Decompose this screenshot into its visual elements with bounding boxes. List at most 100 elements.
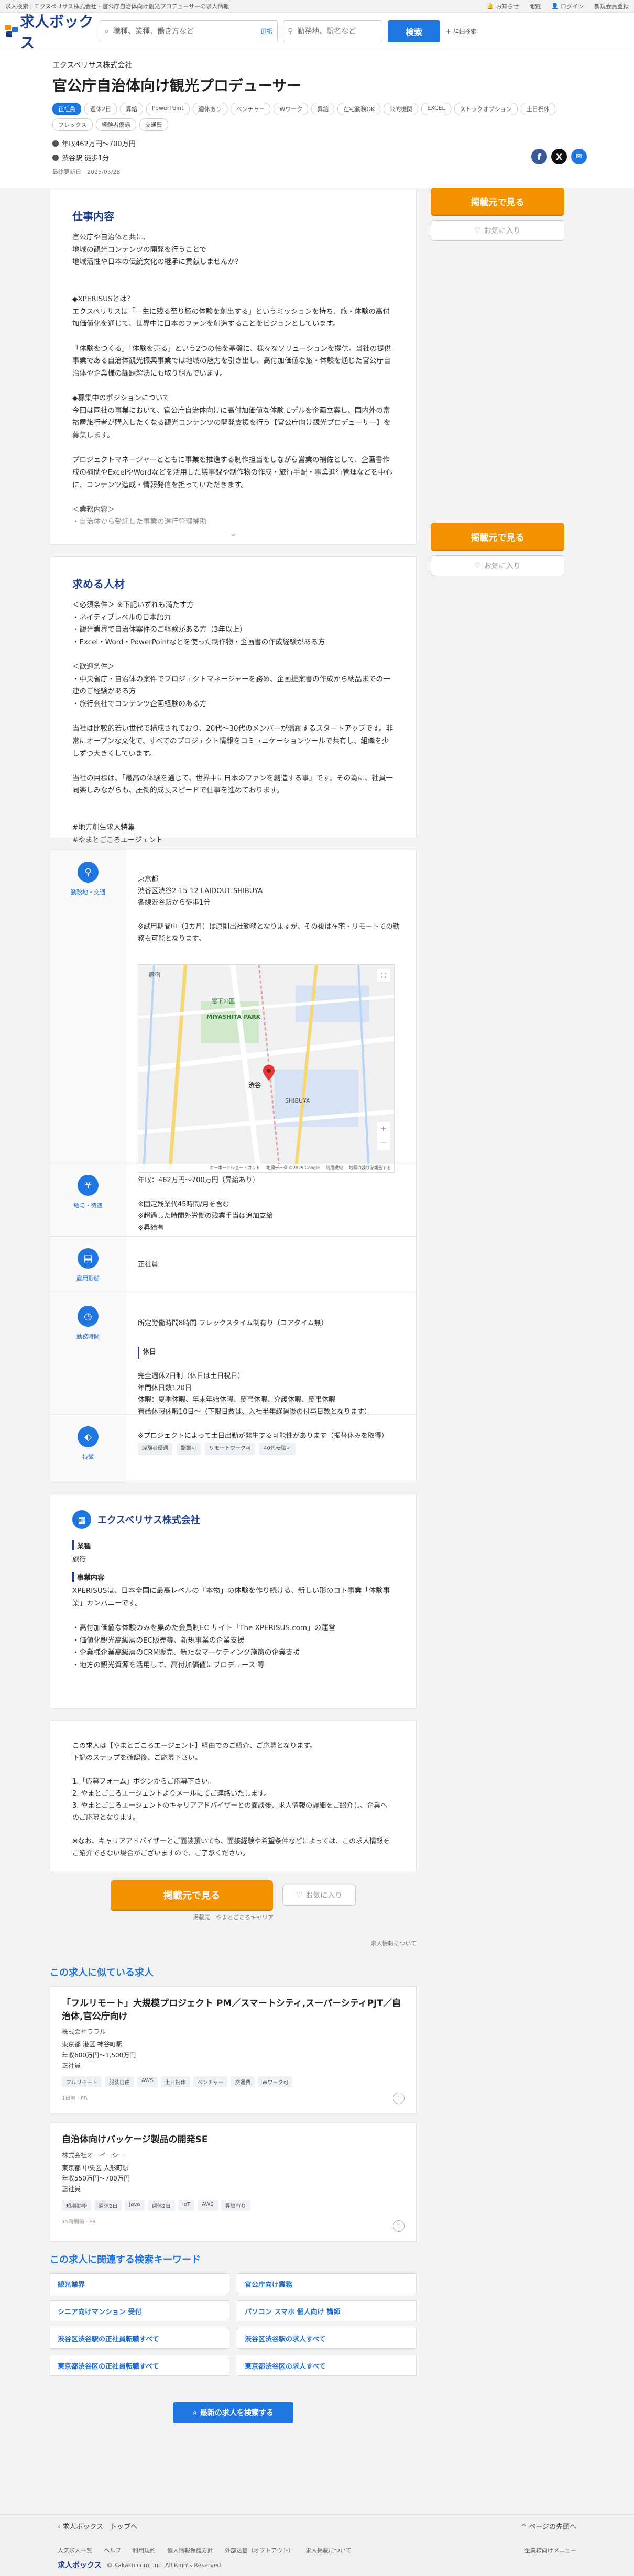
- similar-company: 株式会社ララル: [62, 2028, 106, 2036]
- footer-link[interactable]: 個人情報保護方針: [167, 2546, 213, 2555]
- footer-link[interactable]: 外部送信（オプトアウト）: [225, 2546, 294, 2555]
- zoom-control[interactable]: + −: [377, 1122, 390, 1150]
- keyword-link[interactable]: 官公庁向け業務: [237, 2273, 417, 2294]
- site-header: 求人ボックス ⌕ 選択 ⚲ 選択 検索 ＋詳細検索: [0, 10, 634, 52]
- footer-link[interactable]: 求人掲載について: [305, 2546, 352, 2555]
- tag-chip: 土日祝休: [160, 2076, 190, 2088]
- share-buttons: f X ✉: [531, 149, 587, 164]
- tag-chip: 昇給: [311, 103, 335, 115]
- page-title: 官公庁自治体向け観光プロデューサー: [52, 77, 302, 94]
- keyword-link[interactable]: 渋谷区渋谷駅の求人すべて: [237, 2328, 417, 2349]
- tag-icon: ⬖: [78, 1426, 99, 1447]
- apply-button[interactable]: 掲載元で見る: [431, 188, 564, 215]
- yen-icon: [52, 140, 59, 147]
- search-button[interactable]: 検索: [388, 20, 440, 42]
- facebook-icon[interactable]: f: [531, 149, 547, 164]
- keyword-link[interactable]: パソコン スマホ 個人向け 講師: [237, 2300, 417, 2321]
- keyword-link[interactable]: 観光業界: [50, 2273, 229, 2294]
- keywords-title: この求人に関連する検索キーワード: [50, 2254, 201, 2265]
- map-footer: キーボードショートカット 地図データ ©2025 Google 利用規約 地図の…: [138, 1164, 394, 1172]
- source-text: 掲載元 やまとごころキャリア: [193, 1914, 274, 1921]
- register-link[interactable]: 新規会員登録: [594, 2, 629, 10]
- company-name[interactable]: エクスペリサス株式会社: [52, 60, 582, 70]
- keyword-input[interactable]: [113, 27, 256, 36]
- location-pin-icon: [52, 154, 59, 161]
- feature-chip: リモートワーク可: [205, 1443, 255, 1455]
- heart-icon: ♡: [474, 226, 481, 235]
- keyword-search[interactable]: ⌕ 選択: [100, 20, 278, 42]
- favorite-button[interactable]: ♡ お気に入り: [282, 1885, 356, 1906]
- login-link[interactable]: 👤 ログイン: [551, 2, 584, 10]
- keyword-link[interactable]: 東京都渋谷区の求人すべて: [237, 2355, 417, 2376]
- person-icon: 👤: [551, 3, 559, 9]
- tag-chip: Wワーク: [274, 103, 309, 115]
- tag-chip: 公的機関: [384, 103, 419, 115]
- side-apply-mid: 掲載元で見る ♡ お気に入り: [431, 523, 564, 576]
- expand-chevron-icon[interactable]: ⌄: [50, 502, 416, 544]
- favorite-button[interactable]: ♡ お気に入り: [431, 555, 564, 576]
- tag-chip: ベンチャー: [230, 103, 271, 115]
- heart-icon: ♡: [474, 562, 481, 570]
- clock-icon: ◷: [78, 1306, 99, 1327]
- mail-icon[interactable]: ✉: [571, 149, 587, 164]
- tag-chip: 交通費: [139, 118, 168, 131]
- tag-chip: ストックオプション: [454, 103, 518, 115]
- company-card-name[interactable]: エクスペリサス株式会社: [97, 1513, 200, 1526]
- search-icon: ⌕: [104, 26, 109, 36]
- apply-button[interactable]: 掲載元で見る: [111, 1880, 273, 1910]
- tag-chip: AWS: [137, 2076, 158, 2088]
- notice-link[interactable]: 🔔 お知らせ: [487, 2, 519, 10]
- detail-search-link[interactable]: ＋詳細検索: [445, 27, 476, 36]
- heart-icon[interactable]: ♡: [393, 2093, 405, 2104]
- yen-icon: ¥: [78, 1175, 99, 1196]
- map[interactable]: 原宿 宮下公園 渋谷 MIYASHITA PARK SHIBUYA ⛶ + − キ…: [138, 964, 395, 1173]
- footer-link[interactable]: 利用規約: [133, 2546, 156, 2555]
- tag-chip: 正社員: [52, 103, 81, 115]
- feature-chip: 40代転職可: [259, 1443, 296, 1455]
- footer-link[interactable]: 人気求人一覧: [58, 2546, 92, 2555]
- search-latest-button[interactable]: ⌕ 最新の求人を検索する: [173, 2402, 293, 2423]
- holiday-title: 休日: [138, 1347, 405, 1359]
- bell-icon: 🔔: [486, 3, 494, 9]
- keyword-link[interactable]: 東京都渋谷区の正社員転職すべて: [50, 2355, 229, 2376]
- keyword-link[interactable]: シニア向けマンション 受付: [50, 2300, 229, 2321]
- similar-job-title[interactable]: 「フルリモート」大規模プロジェクト PM／スマートシティ,スーパーシティPJT／…: [62, 1997, 405, 2023]
- partner-link[interactable]: 企業様向けメニュー: [524, 2546, 576, 2555]
- agent-text: この求人は【やまとごころエージェント】経由でのご紹介、ご応募となります。 下記の…: [72, 1742, 390, 1857]
- similar-job-title[interactable]: 自治体向けパッケージ製品の開発SE: [62, 2133, 405, 2146]
- footer-link[interactable]: ヘルプ: [104, 2546, 121, 2555]
- history-link[interactable]: 閲覧: [529, 2, 541, 10]
- location-input[interactable]: [297, 27, 389, 36]
- favorite-button[interactable]: ♡ お気に入り: [431, 220, 564, 241]
- site-logo[interactable]: 求人ボックス: [5, 10, 94, 52]
- similar-job-card[interactable]: 自治体向けパッケージ製品の開発SE 株式会社オーイーシー 東京都 中央区 人形町…: [50, 2122, 417, 2242]
- tag-chip: 経験者優遇: [95, 118, 136, 131]
- tag-chip: 交通費: [231, 2076, 255, 2088]
- feature-chip: 副業可: [177, 1443, 201, 1455]
- heart-icon[interactable]: ♡: [393, 2220, 405, 2232]
- feature-chip: 経験者優遇: [138, 1443, 172, 1455]
- access-row: ⚲ 勤務地・交通 東京都 渋谷区渋谷2-15-12 LAIDOUT SHIBUYA…: [50, 850, 416, 1173]
- keyword-select-link[interactable]: 選択: [260, 27, 273, 36]
- apply-button[interactable]: 掲載元で見る: [431, 523, 564, 550]
- location-search[interactable]: ⚲ 選択: [283, 20, 405, 42]
- logo-mark-icon: [5, 24, 18, 38]
- similar-location: 東京都 港区 神谷町駅: [62, 2041, 123, 2049]
- business-text: XPERISUSは、日本全国に最高レベルの「本物」の体験を作り続ける、新しい形の…: [72, 1587, 390, 1669]
- zoom-out-icon[interactable]: −: [380, 1136, 387, 1150]
- briefcase-icon: ▤: [78, 1248, 99, 1269]
- tag-chip: 週休あり: [192, 103, 227, 115]
- requirements-card: 求める人材 ＜必須条件＞ ※下記いずれも満たす方 ・ネイティブレベルの日本語力 …: [50, 556, 417, 844]
- employment-text: 正社員: [138, 1261, 159, 1269]
- zoom-in-icon[interactable]: +: [380, 1122, 387, 1136]
- map-label: 渋谷: [248, 1082, 261, 1089]
- map-label: MIYASHITA PARK: [206, 1014, 261, 1020]
- x-icon[interactable]: X: [551, 149, 567, 164]
- fullscreen-icon[interactable]: ⛶: [377, 969, 390, 982]
- similar-job-card[interactable]: 「フルリモート」大規模プロジェクト PM／スマートシティ,スーパーシティPJT／…: [50, 1986, 417, 2114]
- back-top-link[interactable]: ‹ 求人ボックス トップへ: [58, 2521, 137, 2531]
- report-link[interactable]: 求人情報について: [50, 1939, 417, 1947]
- work-body: 官公庁や自治体と共に、 地域の観光コンテンツの開発を行うことで 地域活性や日本の…: [72, 233, 392, 525]
- keyword-link[interactable]: 渋谷区渋谷駅の正社員転職すべて: [50, 2328, 229, 2349]
- page-top-link[interactable]: ^ ページの先頭へ: [521, 2521, 576, 2531]
